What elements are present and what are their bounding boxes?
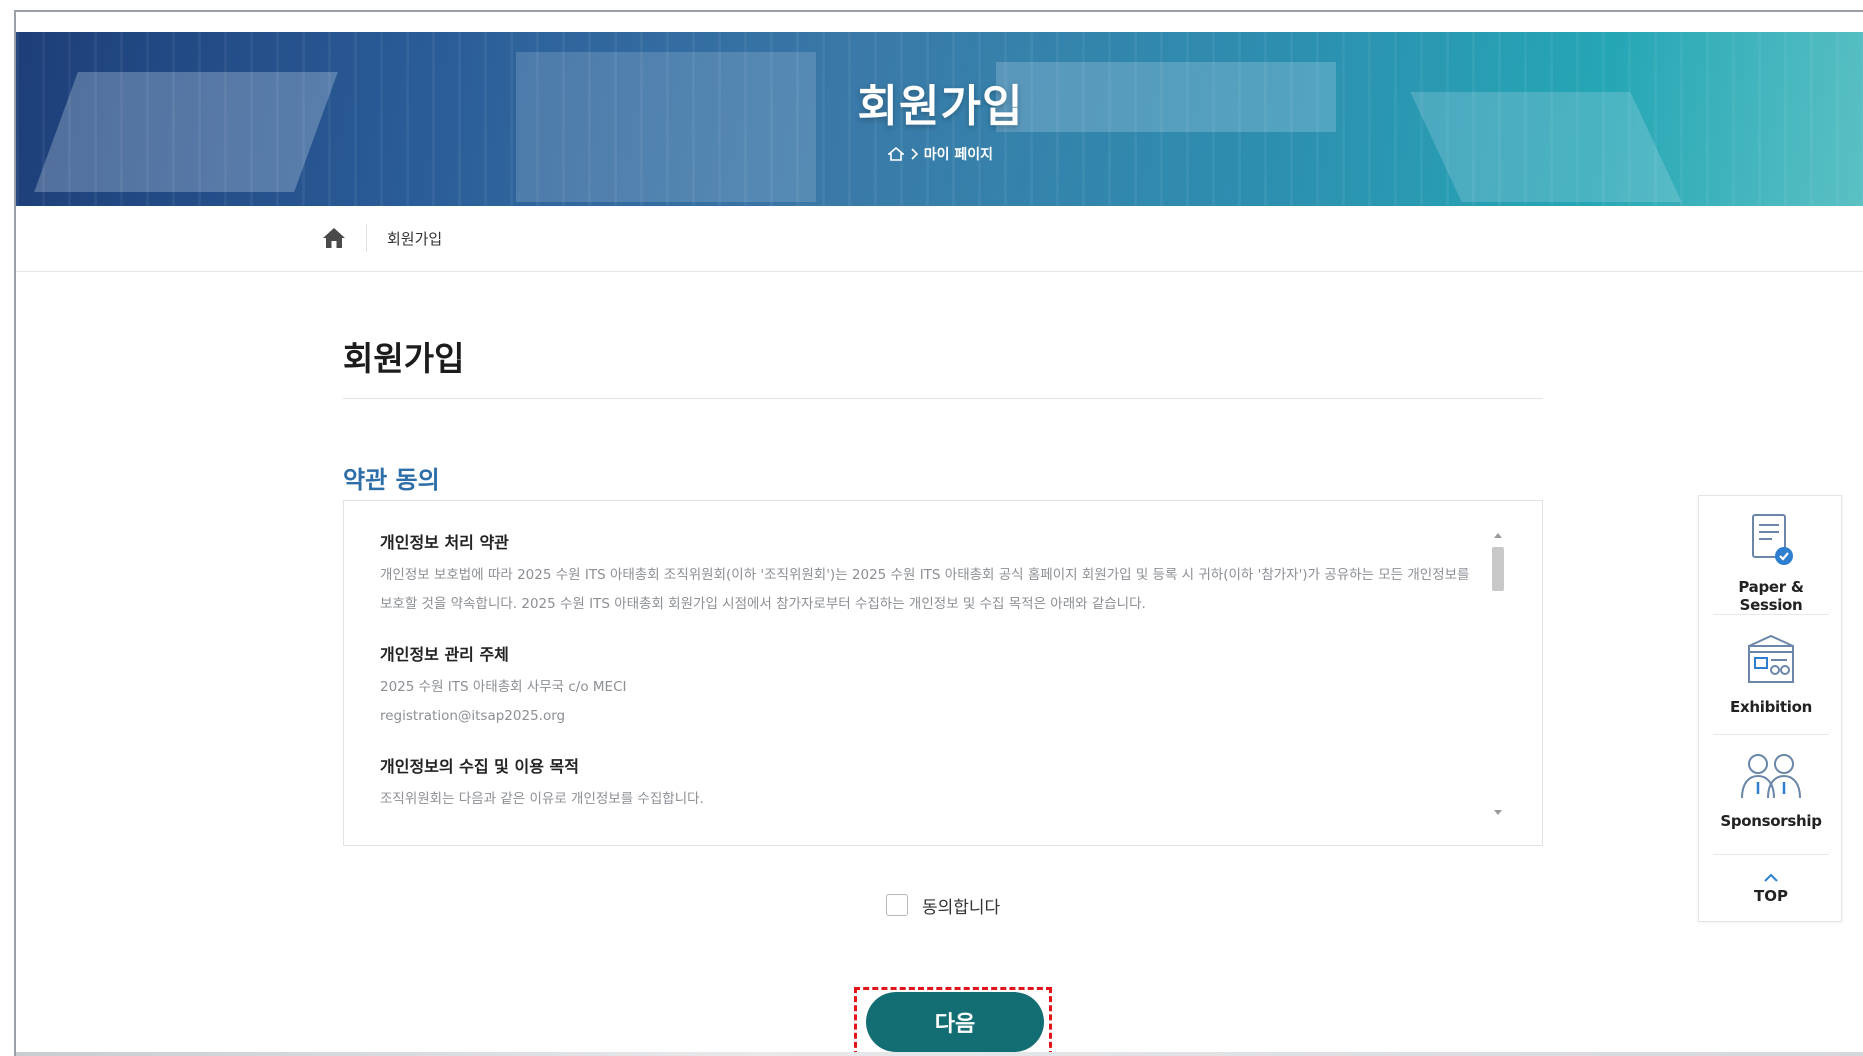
sponsorship-icon bbox=[1713, 750, 1829, 806]
terms-line: 2025 수원 ITS 아태총회 사무국 c/o MECI bbox=[380, 679, 627, 695]
scrollbar-thumb[interactable] bbox=[1492, 547, 1504, 591]
scroll-up-icon[interactable] bbox=[1494, 533, 1502, 538]
home-icon[interactable] bbox=[886, 146, 906, 162]
breadcrumb: 회원가입 bbox=[16, 206, 1863, 272]
quick-menu-exhibition[interactable]: Exhibition bbox=[1713, 632, 1829, 716]
terms-body: 조직위원회는 다음과 같은 이유로 개인정보를 수집합니다. bbox=[380, 791, 704, 807]
exhibition-icon bbox=[1713, 632, 1829, 692]
terms-heading: 개인정보 관리 주체 bbox=[380, 645, 509, 664]
quick-menu-label: Exhibition bbox=[1730, 698, 1812, 716]
breadcrumb-current: 회원가입 bbox=[387, 230, 443, 248]
scroll-down-icon[interactable] bbox=[1494, 810, 1502, 815]
agree-checkbox[interactable] bbox=[886, 894, 908, 916]
terms-body: 개인정보 보호법에 따라 2025 수원 ITS 아태총회 조직위원회(이하 '… bbox=[380, 567, 1470, 612]
hero-breadcrumb: 마이 페이지 bbox=[16, 144, 1863, 164]
hero-title: 회원가입 bbox=[857, 81, 1024, 132]
terms-section: 개인정보 관리 주체 2025 수원 ITS 아태총회 사무국 c/o MECI… bbox=[380, 641, 1480, 731]
terms-heading: 개인정보의 수집 및 이용 목적 bbox=[380, 757, 579, 776]
scroll-top-button[interactable]: TOP bbox=[1713, 868, 1829, 905]
terms-scrollbar[interactable] bbox=[1492, 533, 1504, 815]
terms-section: 개인정보 처리 약관 개인정보 보호법에 따라 2025 수원 ITS 아태총회… bbox=[380, 529, 1480, 619]
agree-control[interactable]: 동의합니다 bbox=[886, 892, 1000, 918]
hero-breadcrumb-label[interactable]: 마이 페이지 bbox=[924, 144, 993, 164]
agree-label[interactable]: 동의합니다 bbox=[922, 893, 1000, 918]
terms-heading: 개인정보 처리 약관 bbox=[380, 533, 509, 552]
breadcrumb-divider bbox=[366, 224, 367, 252]
terms-content: 개인정보 처리 약관 개인정보 보호법에 따라 2025 수원 ITS 아태총회… bbox=[380, 529, 1480, 836]
quick-menu: Paper & Session Exhibition Sponsorship T… bbox=[1698, 495, 1842, 922]
quick-menu-paper-session[interactable]: Paper & Session bbox=[1713, 512, 1829, 614]
paper-session-icon bbox=[1713, 512, 1829, 572]
terms-line: registration@itsap2025.org bbox=[380, 708, 566, 724]
scroll-top-label: TOP bbox=[1754, 887, 1788, 905]
terms-section: 개인정보의 수집 및 이용 목적 조직위원회는 다음과 같은 이유로 개인정보를… bbox=[380, 753, 1480, 814]
chevron-up-icon bbox=[1763, 868, 1779, 887]
hero-banner: 회원가입 마이 페이지 bbox=[16, 32, 1863, 206]
quick-menu-label: Sponsorship bbox=[1720, 812, 1822, 830]
page-title: 회원가입 bbox=[343, 339, 465, 378]
terms-box[interactable]: 개인정보 처리 약관 개인정보 보호법에 따라 2025 수원 ITS 아태총회… bbox=[343, 500, 1543, 846]
next-button[interactable]: 다음 bbox=[866, 992, 1044, 1052]
quick-menu-sponsorship[interactable]: Sponsorship bbox=[1713, 750, 1829, 830]
chevron-right-icon bbox=[909, 146, 919, 162]
section-title: 약관 동의 bbox=[343, 466, 440, 494]
home-icon[interactable] bbox=[322, 226, 346, 250]
browser-frame: 회원가입 마이 페이지 회원가입 회원가입 약관 동의 개인정보 처리 약관 개… bbox=[14, 10, 1863, 1056]
quick-menu-label: Paper & Session bbox=[1738, 578, 1804, 614]
title-divider bbox=[343, 398, 1543, 399]
bottom-divider bbox=[16, 1052, 1863, 1056]
